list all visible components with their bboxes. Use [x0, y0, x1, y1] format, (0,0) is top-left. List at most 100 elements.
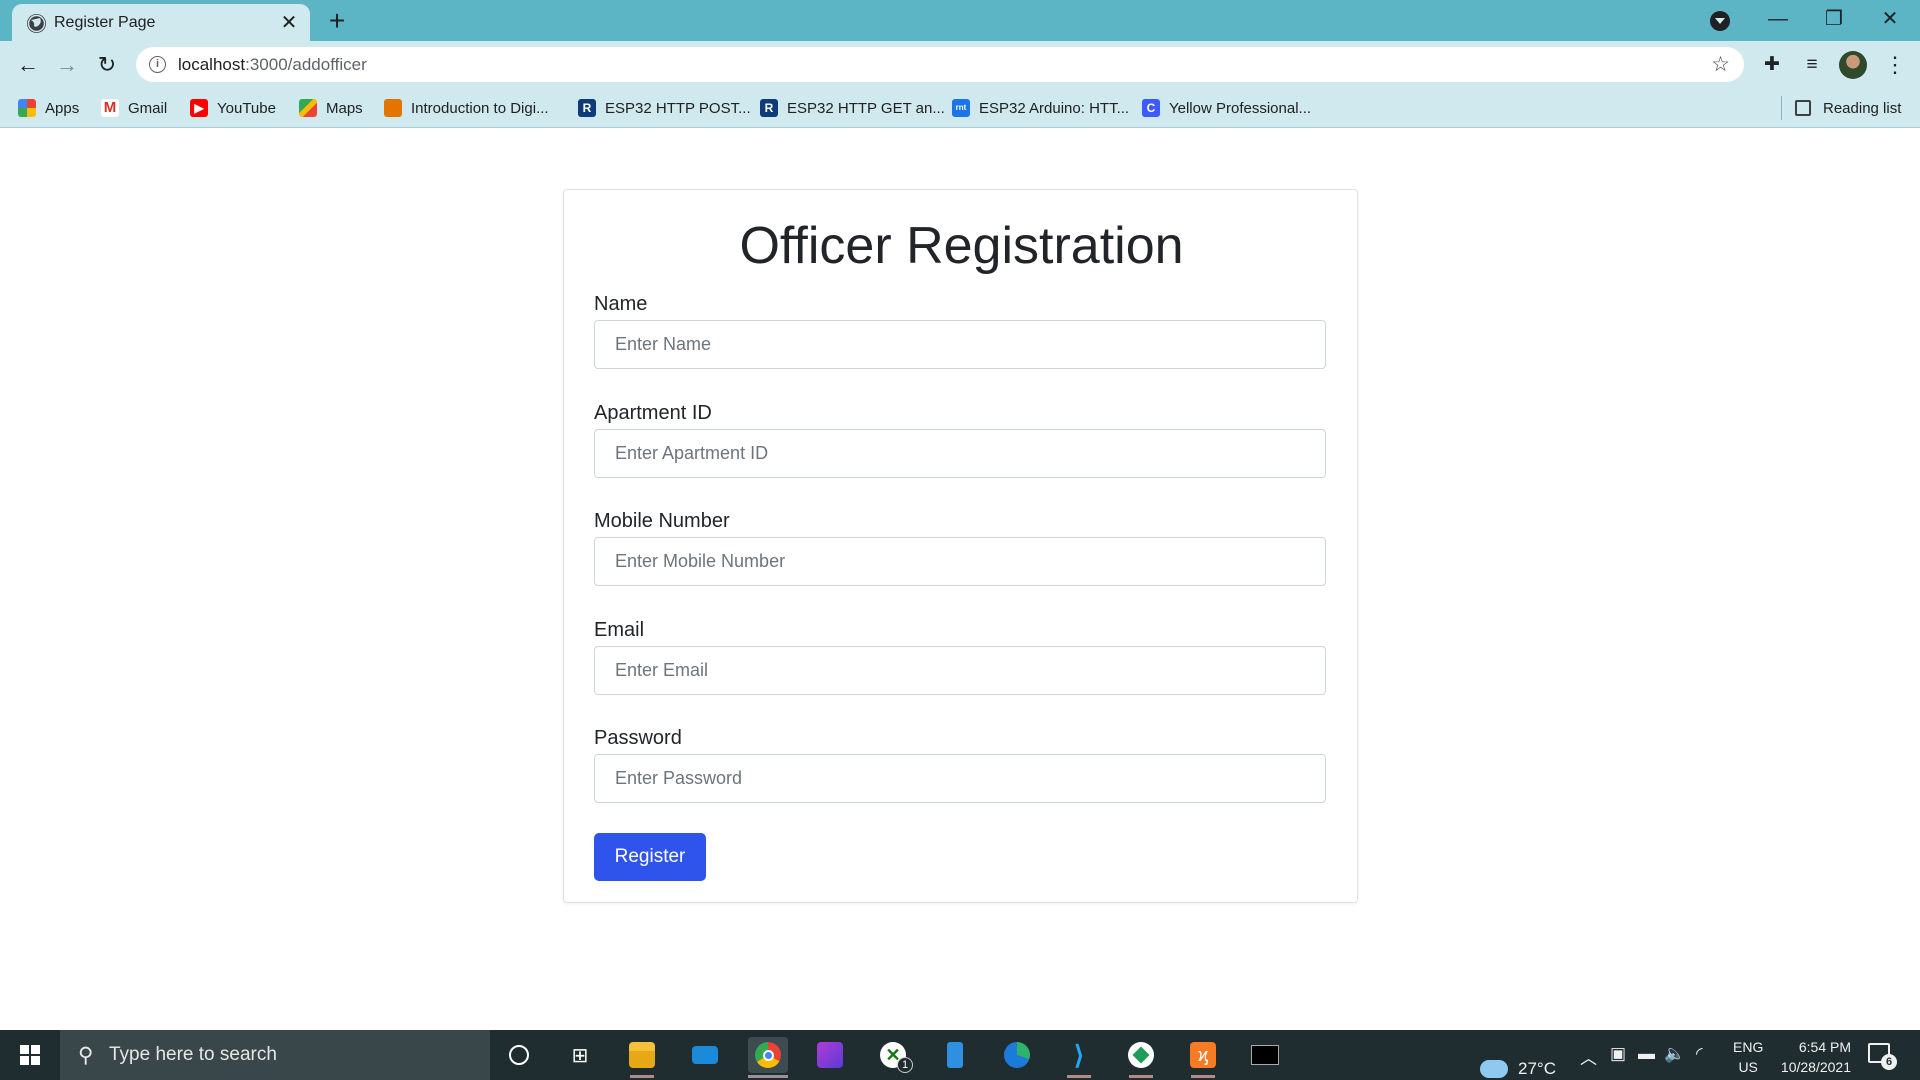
bookmark-label: Apps — [45, 99, 80, 117]
bookmark-apps[interactable]: Apps — [18, 97, 79, 119]
password-input[interactable] — [594, 754, 1326, 803]
windows-start-icon[interactable] — [0, 1030, 60, 1080]
media-control-icon[interactable]: ≡ — [1799, 52, 1825, 78]
battery-icon[interactable]: ▬ — [1638, 1044, 1655, 1064]
notification-count: 6 — [1881, 1054, 1897, 1070]
photo-app-icon[interactable] — [810, 1037, 850, 1073]
meet-now-icon[interactable]: ▣ — [1610, 1044, 1626, 1064]
apartment-id-input[interactable] — [594, 429, 1326, 478]
xbox-badge: 1 — [897, 1057, 913, 1073]
site-info-icon[interactable]: i — [149, 56, 166, 73]
language-code: ENG — [1733, 1039, 1764, 1055]
volume-icon[interactable]: 🔈 — [1664, 1044, 1685, 1064]
url-text[interactable]: localhost:3000/addofficer — [178, 55, 367, 75]
tab-search-icon[interactable] — [1710, 11, 1730, 31]
r-site-icon: R — [578, 99, 596, 117]
registration-card: Officer Registration Name Apartment ID M… — [563, 189, 1358, 903]
c-site-icon: C — [1142, 99, 1160, 117]
address-bar[interactable]: i localhost:3000/addofficer ☆ — [136, 47, 1744, 82]
menu-kebab-icon[interactable]: ⋮ — [1884, 52, 1906, 78]
start-tile — [31, 1045, 40, 1054]
bookmark-esp32-post[interactable]: R ESP32 HTTP POST... — [578, 97, 751, 119]
rnt-icon: rnt — [952, 99, 970, 117]
file-explorer-icon[interactable] — [622, 1037, 662, 1078]
bookmark-gmail[interactable]: M Gmail — [101, 97, 167, 119]
task-view-icon[interactable]: ⊞ — [560, 1037, 600, 1073]
taskbar-search-placeholder: Type here to search — [109, 1044, 277, 1065]
xbox-icon[interactable]: ✕ 1 — [873, 1037, 913, 1073]
bookmark-esp32-get[interactable]: R ESP32 HTTP GET an... — [760, 97, 945, 119]
cloud-icon — [1480, 1060, 1508, 1078]
new-tab-button[interactable]: + — [322, 6, 352, 36]
email-input[interactable] — [594, 646, 1326, 695]
bookmark-label: ESP32 Arduino: HTT... — [979, 99, 1130, 117]
name-input[interactable] — [594, 320, 1326, 369]
mobile-number-label: Mobile Number — [594, 510, 730, 532]
bookmark-intro-digi[interactable]: Introduction to Digi... — [384, 97, 549, 119]
mobile-number-input[interactable] — [594, 537, 1326, 586]
register-button[interactable]: Register — [594, 833, 706, 881]
bookmark-youtube[interactable]: ▶ YouTube — [190, 97, 276, 119]
phone-app-icon[interactable] — [935, 1037, 975, 1073]
browser-toolbar: ← → ↻ i localhost:3000/addofficer ☆ ✚ ≡ … — [0, 41, 1920, 88]
bookmark-label: Introduction to Digi... — [411, 99, 549, 117]
profile-avatar[interactable] — [1839, 51, 1867, 79]
password-label: Password — [594, 727, 682, 749]
vscode-icon[interactable]: ⟩ — [1059, 1037, 1099, 1078]
temperature-text: 27°C — [1518, 1059, 1556, 1078]
forward-arrow-icon[interactable]: → — [52, 50, 82, 80]
tab-close-icon[interactable]: ✕ — [278, 12, 300, 34]
back-arrow-icon[interactable]: ← — [13, 50, 43, 80]
apps-grid-icon — [18, 99, 36, 117]
window-restore-button[interactable]: ❐ — [1814, 4, 1854, 34]
bookmark-label: Maps — [326, 99, 363, 117]
show-hidden-icons-chevron-icon[interactable]: ︿ — [1580, 1044, 1597, 1069]
start-tile — [20, 1045, 29, 1054]
cortana-icon[interactable] — [499, 1037, 539, 1073]
notification-center-icon[interactable]: 6 — [1868, 1043, 1897, 1070]
xampp-icon[interactable]: ϗ — [1183, 1037, 1223, 1078]
course-icon — [384, 99, 402, 117]
taskbar: ⚲ Type here to search ⊞ ✕ 1 ⟩ ϗ 27°C ︿ ▣ … — [0, 1030, 1920, 1080]
taskbar-search[interactable]: ⚲ Type here to search — [60, 1030, 490, 1080]
terminal-icon[interactable] — [1245, 1037, 1285, 1073]
page-title: Officer Registration — [739, 217, 1184, 275]
bookmark-label: ESP32 HTTP GET an... — [787, 99, 945, 117]
tab-register-page[interactable]: Register Page ✕ — [12, 4, 310, 41]
wifi-icon[interactable]: ◜ — [1696, 1044, 1703, 1064]
bookmark-label: Gmail — [128, 99, 168, 117]
start-tile — [20, 1056, 29, 1065]
r-site-icon: R — [760, 99, 778, 117]
git-app-icon[interactable] — [1121, 1037, 1161, 1078]
bookmark-esp32-arduino[interactable]: rnt ESP32 Arduino: HTT... — [952, 97, 1129, 119]
bookmarks-divider — [1781, 96, 1782, 120]
clock[interactable]: 6:54 PM 10/28/2021 — [1775, 1037, 1851, 1077]
clock-date: 10/28/2021 — [1780, 1059, 1851, 1075]
bookmark-label: YouTube — [217, 99, 276, 117]
gmail-icon: M — [101, 99, 119, 117]
region-code: US — [1738, 1059, 1758, 1075]
bookmark-maps[interactable]: Maps — [299, 97, 363, 119]
start-tile — [31, 1056, 40, 1065]
extensions-puzzle-icon[interactable]: ✚ — [1759, 52, 1785, 78]
tab-title: Register Page — [54, 14, 156, 31]
reading-list-button[interactable]: Reading list — [1795, 97, 1901, 119]
search-icon: ⚲ — [78, 1044, 94, 1067]
reading-list-icon — [1795, 100, 1811, 116]
bookmarks-bar: Apps M Gmail ▶ YouTube Maps Introduction t… — [0, 88, 1920, 128]
chrome-icon[interactable] — [748, 1037, 788, 1078]
weather-widget[interactable]: 27°C — [1480, 1044, 1556, 1080]
mail-icon[interactable] — [685, 1037, 725, 1073]
globe-icon — [27, 14, 46, 33]
name-label: Name — [594, 293, 648, 315]
url-path: :3000/addofficer — [245, 55, 367, 74]
window-minimize-button[interactable]: — — [1758, 4, 1798, 34]
bookmark-label: Yellow Professional... — [1169, 99, 1312, 117]
edge-icon[interactable] — [997, 1037, 1037, 1073]
youtube-icon: ▶ — [190, 99, 208, 117]
reload-icon[interactable]: ↻ — [92, 50, 122, 80]
bookmark-star-icon[interactable]: ☆ — [1711, 52, 1730, 77]
bookmark-yellow-professional[interactable]: C Yellow Professional... — [1142, 97, 1311, 119]
input-language[interactable]: ENG US — [1733, 1037, 1763, 1077]
window-close-button[interactable]: ✕ — [1870, 4, 1910, 34]
